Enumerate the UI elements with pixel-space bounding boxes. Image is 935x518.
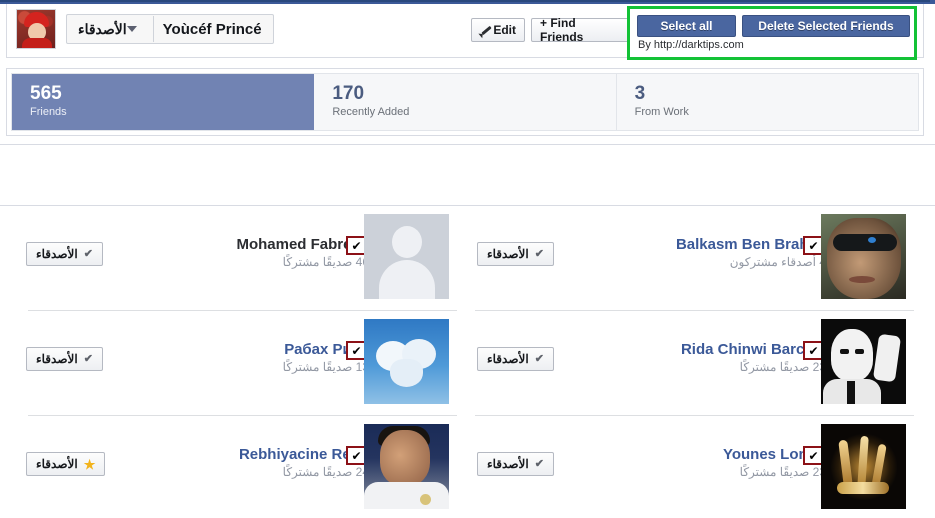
friends-grid: ✔ الأصدقاء Mohamed Fabrega 46 صديقًا مشت…: [0, 206, 935, 518]
friend-button-label: الأصدقاء: [487, 247, 529, 261]
star-icon: ★: [83, 456, 96, 472]
friend-card[interactable]: ✔ الأصدقاء Balkasm Ben Brahim 4 أصدقاء م…: [467, 206, 934, 311]
friends-dropdown-label: الأصدقاء: [78, 20, 127, 37]
list-filter-band: [0, 145, 935, 206]
friend-photo[interactable]: [364, 319, 449, 404]
photo-man-portrait: [364, 424, 449, 509]
stat-friends-label: Friends: [30, 106, 67, 118]
checkbox-check-icon: ✔: [348, 448, 365, 463]
friend-mutual-count: 4 أصدقاء مشتركون: [729, 255, 826, 269]
stat-friends-count: 565: [30, 83, 62, 104]
friend-relationship-button[interactable]: ✔ الأصدقاء: [477, 347, 554, 371]
stat-from-work-count: 3: [634, 83, 646, 104]
friend-photo[interactable]: [364, 214, 449, 299]
photo-glint: [868, 237, 876, 243]
friend-button-label: الأصدقاء: [36, 352, 78, 366]
checkbox-check-icon: ✔: [805, 448, 822, 463]
friend-card[interactable]: ★ الأصدقاء Rebhiyacine Rebh 24 صديقًا مش…: [0, 416, 467, 518]
stat-tab-recently-added[interactable]: 170 Recently Added: [314, 74, 617, 130]
friend-relationship-button[interactable]: ✔ الأصدقاء: [477, 242, 554, 266]
profile-name-label: Yoùcéf Princé: [162, 20, 262, 38]
photo-calligraphy: [821, 424, 906, 509]
friend-photo[interactable]: [364, 424, 449, 509]
bulk-delete-tool-panel: Select all Delete Selected Friends By ht…: [627, 6, 917, 60]
friend-button-label: الأصدقاء: [487, 457, 529, 471]
checkbox-check-icon: ✔: [805, 238, 822, 253]
check-icon: ✔: [83, 247, 93, 260]
friend-mutual-count: 46 صديقًا مشتركًا: [282, 255, 369, 269]
friend-mutual-count: 24 صديقًا مشتركًا: [282, 465, 369, 479]
friend-card[interactable]: ✔ الأصدقاء Рабах Рибх 13 صديقًا مشتركًا …: [0, 311, 467, 416]
profile-nav-pill: الأصدقاء Yoùcéf Princé: [66, 14, 274, 44]
photo-sunglasses-portrait: [821, 214, 906, 299]
photo-shirt: [364, 482, 449, 509]
photo-stroke-base: [837, 482, 889, 494]
stat-tab-from-work[interactable]: 3 From Work: [617, 74, 918, 130]
tool-credit-text: By http://darktips.com: [638, 39, 744, 51]
friend-relationship-button[interactable]: ✔ الأصدقاء: [26, 242, 103, 266]
checkbox-check-icon: ✔: [348, 343, 365, 358]
friend-photo[interactable]: [821, 214, 906, 299]
profile-avatar[interactable]: [16, 9, 56, 49]
edit-button-label: Edit: [493, 23, 516, 37]
find-friends-button[interactable]: + Find Friends: [531, 16, 631, 44]
photo-face: [380, 430, 430, 486]
friend-relationship-button[interactable]: ✔ الأصدقاء: [26, 347, 103, 371]
check-icon: ✔: [83, 352, 93, 365]
friend-photo[interactable]: [821, 424, 906, 509]
facebook-friends-page: الأصدقاء Yoùcéf Princé Edit + Find Frien…: [0, 0, 935, 518]
profile-name-tab[interactable]: Yoùcéf Princé: [152, 16, 271, 42]
photo-glasses: [833, 234, 897, 251]
select-all-button[interactable]: Select all: [637, 15, 736, 37]
photo-skin: [827, 218, 901, 299]
photo-crest: [420, 494, 431, 505]
edit-button[interactable]: Edit: [471, 18, 525, 42]
check-icon: ✔: [534, 247, 544, 260]
friend-mutual-count: 13 صديقًا مشتركًا: [282, 360, 369, 374]
friend-button-label: الأصدقاء: [487, 352, 529, 366]
pencil-icon: [480, 24, 488, 36]
photo-eye-left: [840, 349, 849, 354]
friend-button-label: الأصدقاء: [36, 457, 78, 471]
check-icon: ✔: [534, 352, 544, 365]
friends-stats-row: 565 Friends 170 Recently Added 3 From Wo…: [11, 73, 919, 131]
friend-mutual-count: 23 صديقًا مشتركًا: [739, 465, 826, 479]
select-all-label: Select all: [660, 19, 713, 33]
friend-card[interactable]: ✔ الأصدقاء Rida Chinwi Barcelo 23 صديقًا…: [467, 311, 934, 416]
find-friends-label: + Find Friends: [540, 16, 584, 44]
chevron-down-icon: [126, 26, 137, 32]
delete-selected-label: Delete Selected Friends: [758, 19, 894, 33]
friend-mutual-count: 23 صديقًا مشتركًا: [739, 360, 826, 374]
check-icon: ✔: [534, 457, 544, 470]
photo-hand: [872, 333, 902, 383]
stat-recently-added-count: 170: [332, 83, 365, 104]
friend-relationship-button[interactable]: ★ الأصدقاء: [26, 452, 106, 476]
friend-card[interactable]: ✔ الأصدقاء Mohamed Fabrega 46 صديقًا مشت…: [0, 206, 467, 311]
checkbox-check-icon: ✔: [805, 343, 822, 358]
friend-photo[interactable]: [821, 319, 906, 404]
friends-stats-card: 565 Friends 170 Recently Added 3 From Wo…: [6, 68, 924, 136]
photo-silhouette-placeholder: [364, 214, 449, 299]
photo-head: [831, 329, 873, 381]
stat-recently-added-label: Recently Added: [332, 106, 410, 118]
checkbox-check-icon: ✔: [348, 238, 365, 253]
photo-bw-portrait: [821, 319, 906, 404]
photo-cloud-base: [390, 359, 423, 387]
avatar-scarf: [22, 38, 52, 48]
friends-dropdown[interactable]: الأصدقاء: [69, 16, 153, 42]
photo-mouth: [849, 276, 875, 283]
stat-from-work-label: From Work: [634, 106, 689, 118]
friend-relationship-button[interactable]: ✔ الأصدقاء: [477, 452, 554, 476]
photo-tie: [847, 381, 855, 404]
stat-tab-friends[interactable]: 565 Friends: [12, 74, 315, 130]
friends-list-container: ✔ الأصدقاء Mohamed Fabrega 46 صديقًا مشت…: [0, 144, 935, 518]
friend-button-label: الأصدقاء: [36, 247, 78, 261]
chrome-strip-inner: [0, 0, 930, 2]
photo-eye-right: [855, 349, 864, 354]
delete-selected-friends-button[interactable]: Delete Selected Friends: [742, 15, 910, 37]
friend-card[interactable]: ✔ الأصدقاء Younes Londo 23 صديقًا مشتركً…: [467, 416, 934, 518]
photo-heart-cloud: [364, 319, 449, 404]
